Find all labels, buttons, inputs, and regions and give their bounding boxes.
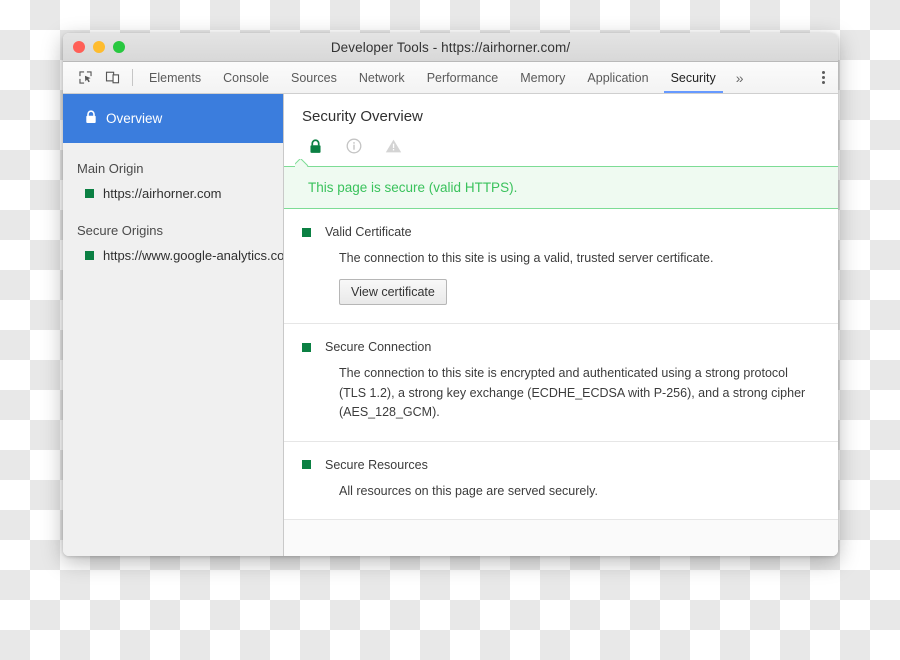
tab-memory[interactable]: Memory bbox=[509, 62, 576, 93]
origin-label: https://www.google-analytics.com bbox=[103, 248, 284, 263]
section-title: Secure Resources bbox=[325, 457, 428, 472]
section-body: All resources on this page are served se… bbox=[339, 483, 598, 498]
kebab-dot bbox=[821, 81, 825, 84]
maximize-window-button[interactable] bbox=[113, 41, 125, 53]
secure-state-square-icon bbox=[85, 189, 94, 198]
more-tabs-label: » bbox=[735, 69, 744, 86]
warning-triangle-icon bbox=[384, 137, 402, 155]
tab-sources[interactable]: Sources bbox=[280, 62, 348, 93]
tab-label: Network bbox=[358, 70, 405, 85]
window-titlebar: Developer Tools - https://airhorner.com/ bbox=[63, 33, 838, 62]
tab-console[interactable]: Console bbox=[212, 62, 280, 93]
section-body: The connection to this site is encrypted… bbox=[339, 366, 806, 420]
tab-label: Console bbox=[223, 70, 269, 85]
lock-icon bbox=[85, 110, 97, 127]
sidebar-item-origin-google-analytics[interactable]: https://www.google-analytics.com bbox=[63, 244, 283, 267]
security-section-secure-resources: Secure Resources All resources on this p… bbox=[284, 442, 838, 520]
sidebar-item-origin-airhorner[interactable]: https://airhorner.com bbox=[63, 182, 283, 205]
device-toolbar-icon[interactable] bbox=[100, 67, 124, 89]
banner-text: This page is secure (valid HTTPS). bbox=[284, 166, 838, 209]
tab-application[interactable]: Application bbox=[576, 62, 659, 93]
sidebar-item-label: Overview bbox=[106, 111, 163, 126]
security-explanation-list: Valid Certificate The connection to this… bbox=[284, 209, 838, 556]
security-state-icons bbox=[302, 125, 838, 166]
tabbar-right-controls bbox=[804, 62, 838, 93]
window-traffic-lights bbox=[63, 41, 125, 53]
section-header: Secure Connection bbox=[302, 340, 814, 354]
kebab-dot bbox=[821, 76, 825, 79]
secure-state-square-icon bbox=[85, 251, 94, 260]
security-sidebar: Overview Main Origin https://airhorner.c… bbox=[63, 94, 284, 556]
tab-label: Performance bbox=[426, 70, 499, 85]
security-section-secure-connection: Secure Connection The connection to this… bbox=[284, 324, 838, 442]
devtools-tool-buttons bbox=[69, 62, 130, 93]
devtools-window: Developer Tools - https://airhorner.com/… bbox=[63, 33, 838, 556]
tab-label: Memory bbox=[520, 70, 566, 85]
window-title: Developer Tools - https://airhorner.com/ bbox=[330, 39, 571, 55]
tab-label: Application bbox=[587, 70, 649, 85]
section-title: Valid Certificate bbox=[325, 225, 412, 239]
more-options-icon[interactable] bbox=[812, 67, 834, 89]
sidebar-group-main-origin-title: Main Origin bbox=[77, 161, 144, 176]
minimize-window-button[interactable] bbox=[93, 41, 105, 53]
close-window-button[interactable] bbox=[73, 41, 85, 53]
info-icon bbox=[345, 137, 363, 155]
secure-state-square-icon bbox=[302, 342, 311, 352]
banner-notch-pointer bbox=[295, 159, 309, 167]
inspect-element-icon[interactable] bbox=[73, 67, 97, 89]
sidebar-group-secure-origins-title: Secure Origins bbox=[77, 223, 163, 238]
security-overview-header: Security Overview bbox=[284, 94, 838, 166]
page-title: Security Overview bbox=[302, 108, 423, 125]
secure-state-square-icon bbox=[302, 460, 311, 469]
more-tabs-icon[interactable]: » bbox=[727, 62, 753, 93]
tab-label: Security bbox=[670, 70, 716, 85]
devtools-tab-list: Elements Console Sources Network Perform… bbox=[138, 62, 804, 93]
tab-security[interactable]: Security bbox=[660, 62, 727, 93]
section-header: Secure Resources bbox=[302, 458, 814, 472]
tab-network[interactable]: Network bbox=[348, 62, 416, 93]
lock-icon bbox=[306, 137, 324, 155]
section-title: Secure Connection bbox=[325, 340, 432, 355]
section-header: Valid Certificate bbox=[302, 225, 814, 239]
panel-footer-space bbox=[284, 519, 838, 556]
view-certificate-button[interactable]: View certificate bbox=[339, 279, 447, 306]
security-summary-banner: This page is secure (valid HTTPS). bbox=[284, 166, 838, 209]
sidebar-item-overview[interactable]: Overview bbox=[63, 94, 283, 143]
tab-elements[interactable]: Elements bbox=[138, 62, 212, 93]
kebab-dot bbox=[821, 71, 825, 74]
security-main-panel: Security Overview This page is secure (v… bbox=[284, 94, 838, 556]
tab-performance[interactable]: Performance bbox=[416, 62, 510, 93]
secure-state-square-icon bbox=[302, 227, 311, 237]
tab-label: Elements bbox=[149, 70, 202, 85]
section-body: The connection to this site is using a v… bbox=[339, 251, 714, 265]
tab-label: Sources bbox=[290, 70, 337, 85]
security-section-valid-certificate: Valid Certificate The connection to this… bbox=[284, 209, 838, 325]
security-panel: Overview Main Origin https://airhorner.c… bbox=[63, 94, 838, 556]
devtools-tabbar: Elements Console Sources Network Perform… bbox=[63, 62, 838, 94]
origin-label: https://airhorner.com bbox=[103, 186, 222, 201]
toolbar-divider bbox=[132, 69, 133, 86]
